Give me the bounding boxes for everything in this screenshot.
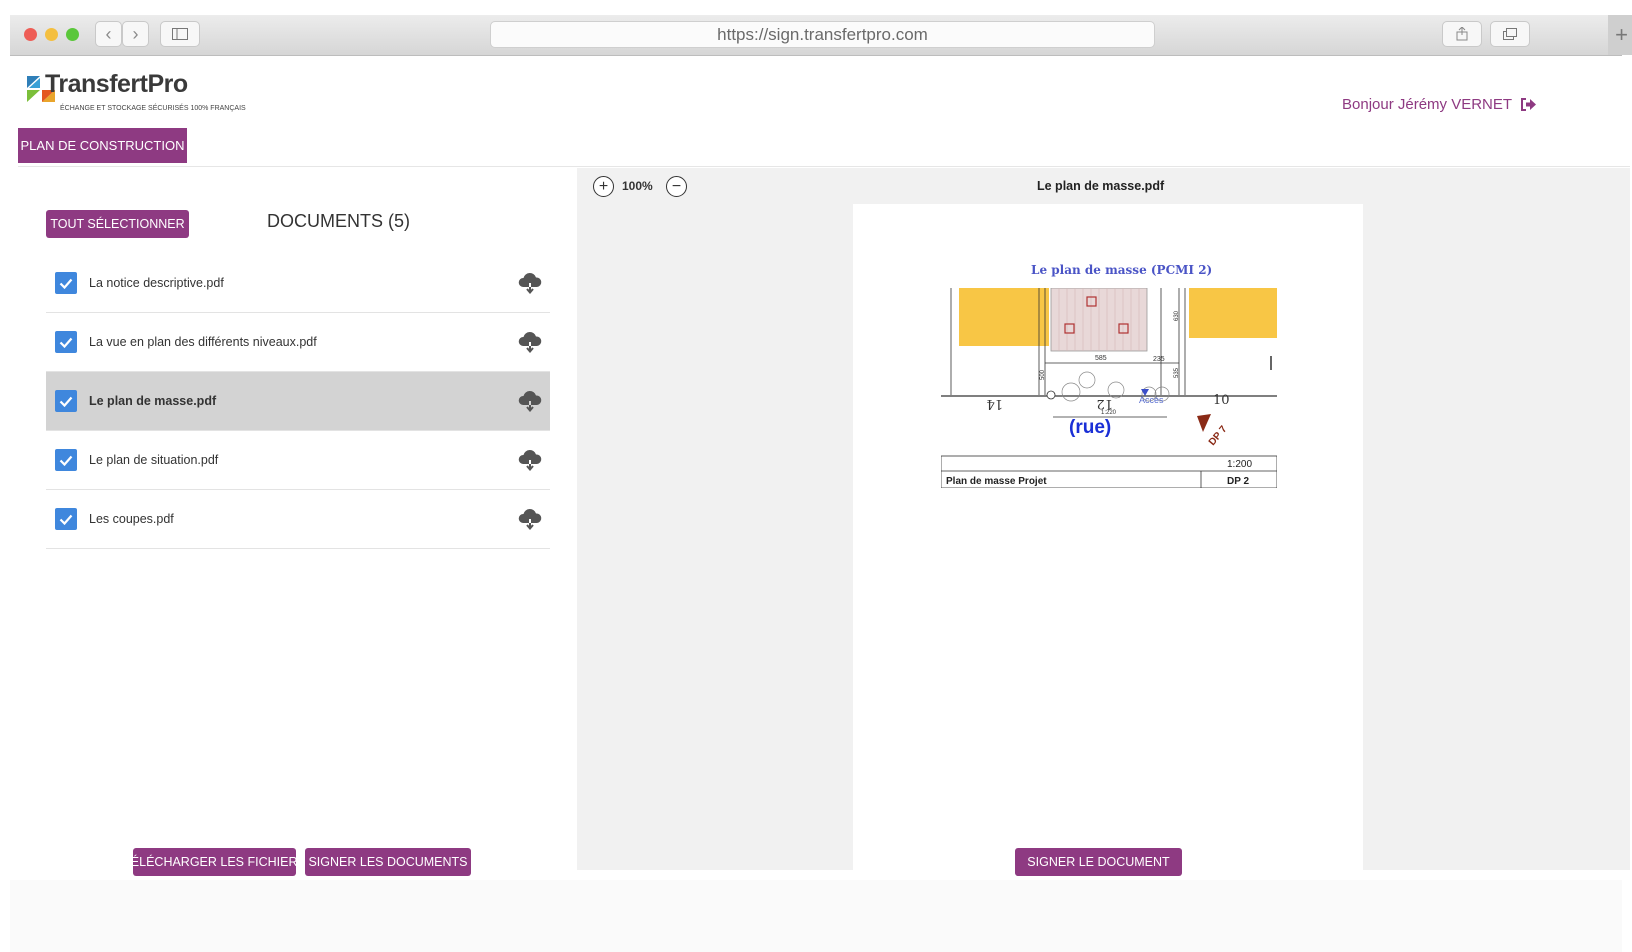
sign-document-button[interactable]: SIGNER LE DOCUMENT [1015,848,1182,876]
document-item-selected[interactable]: Le plan de masse.pdf [46,372,550,431]
share-icon [1456,27,1468,41]
tabs-overview-button[interactable] [1490,21,1530,47]
chevron-left-icon: ‹ [105,23,112,44]
document-name: Le plan de masse.pdf [89,394,217,408]
chevron-right-icon: › [132,23,139,44]
browser-toolbar: ‹ › https://sign.transfertpro.com + [10,15,1632,56]
plan-title: Le plan de masse (PCMI 2) [1031,263,1213,277]
viewer-file-title: Le plan de masse.pdf [1037,179,1165,193]
close-window-button[interactable] [24,28,37,41]
page-footer [10,880,1622,952]
download-files-button[interactable]: TÉLÉCHARGER LES FICHIERS [123,848,306,876]
share-button[interactable] [1442,21,1482,47]
check-icon [59,278,73,289]
cloud-download-icon[interactable] [518,272,542,294]
document-item[interactable]: La notice descriptive.pdf [46,254,550,313]
document-item[interactable]: Les coupes.pdf [46,490,550,549]
site-plan-drawing: 585 235 500 535 630 14 12 10 Accès 1:220… [941,288,1277,488]
dimension-label: 630 [1174,310,1180,321]
cloud-download-icon[interactable] [518,331,542,353]
check-icon [59,455,73,466]
sidebar-icon [172,28,188,40]
lot-number-left: 14 [986,396,1003,411]
document-name: La notice descriptive.pdf [89,276,224,290]
document-list: La notice descriptive.pdf La vue en plan… [46,254,550,549]
logo-name: TransfertPro [45,70,188,98]
document-checkbox[interactable] [55,449,77,471]
logout-icon[interactable] [1520,97,1537,112]
access-label: Accès [1139,395,1164,405]
address-bar[interactable]: https://sign.transfertpro.com [490,21,1155,48]
zoom-level: 100% [622,179,653,193]
user-greeting[interactable]: Bonjour Jérémy VERNET [1342,96,1537,113]
document-checkbox[interactable] [55,331,77,353]
header-divider [18,166,1630,167]
zoom-window-button[interactable] [66,28,79,41]
app-page: TransfertPro ÉCHANGE ET STOCKAGE SÉCURIS… [10,56,1630,952]
pdf-viewer: + 100% − Le plan de masse.pdf Le plan de… [577,168,1630,870]
check-icon [59,396,73,407]
check-icon [59,514,73,525]
document-item[interactable]: Le plan de situation.pdf [46,431,550,490]
cloud-download-icon[interactable] [518,508,542,530]
logo-tagline: ÉCHANGE ET STOCKAGE SÉCURISÉS 100% FRANÇ… [60,105,246,112]
zoom-in-button[interactable]: + [593,176,614,197]
dimension-label: 585 [1095,355,1107,362]
document-item[interactable]: La vue en plan des différents niveaux.pd… [46,313,550,372]
document-checkbox[interactable] [55,508,77,530]
document-name: Le plan de situation.pdf [89,453,219,467]
zoom-out-button[interactable]: − [666,176,687,197]
greeting-text: Bonjour Jérémy VERNET [1342,96,1513,113]
select-all-button[interactable]: TOUT SÉLECTIONNER [46,210,189,238]
document-name: La vue en plan des différents niveaux.pd… [89,335,317,349]
back-button[interactable]: ‹ [95,21,122,47]
dimension-label: 235 [1153,356,1165,363]
transfertpro-logo[interactable]: TransfertPro ÉCHANGE ET STOCKAGE SÉCURIS… [27,70,246,115]
minimize-window-button[interactable] [45,28,58,41]
project-tab[interactable]: PLAN DE CONSTRUCTION [18,128,187,163]
minus-icon: − [671,177,682,195]
cloud-download-icon[interactable] [518,390,542,412]
tabs-icon [1503,28,1517,40]
plan-caption: Plan de masse Projet [946,476,1047,487]
dimension-label: 535 [1174,367,1180,378]
scale-label-small: 1:220 [1101,410,1117,416]
street-label: (rue) [1069,417,1111,438]
sidebar-toggle-button[interactable] [160,21,200,47]
document-checkbox[interactable] [55,390,77,412]
new-tab-button[interactable]: + [1608,15,1632,55]
check-icon [59,337,73,348]
dimension-label: 500 [1040,369,1046,380]
cloud-download-icon[interactable] [518,449,542,471]
document-name: Les coupes.pdf [89,512,174,526]
neighbor-building-right [1189,288,1277,338]
plan-code: DP 2 [1227,476,1249,487]
sign-documents-button[interactable]: SIGNER LES DOCUMENTS [305,848,471,876]
forward-button[interactable]: › [122,21,149,47]
lot-number-center: 12 [1096,396,1113,411]
scale-label: 1:200 [1227,459,1252,470]
neighbor-building-left [959,288,1049,346]
lot-number-right: 10 [1213,393,1230,408]
document-checkbox[interactable] [55,272,77,294]
plus-icon: + [598,177,609,195]
pdf-page[interactable]: Le plan de masse (PCMI 2) 585 235 500 53… [853,204,1363,870]
photo-marker-label: DP 7 [1207,424,1230,448]
plus-icon: + [1615,22,1628,47]
documents-title: DOCUMENTS (5) [267,211,410,231]
photo-marker-icon [1197,414,1211,432]
